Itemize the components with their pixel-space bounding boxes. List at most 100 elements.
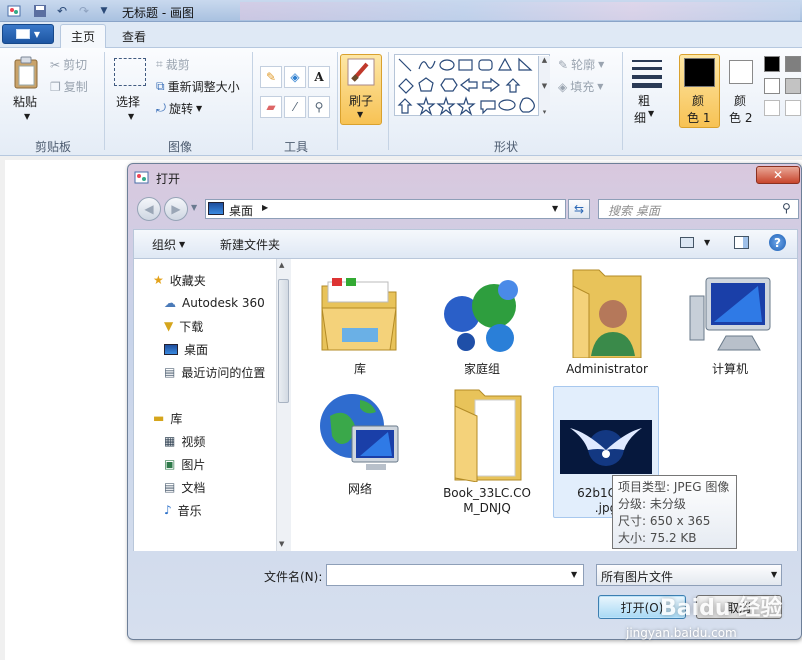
nav-favorites[interactable]: ★ 收藏夹 bbox=[153, 271, 206, 289]
file-item-label: 计算机 bbox=[711, 362, 748, 376]
nav-item-downloads[interactable]: ▼ 下载 bbox=[164, 317, 203, 335]
recent-locations-dropdown-icon[interactable]: ▼ bbox=[191, 203, 197, 212]
breadcrumb-chevron-icon[interactable]: ▶ bbox=[262, 203, 268, 212]
rotate-button[interactable]: ⤾ 旋转 ▼ bbox=[156, 100, 202, 117]
nav-item-documents[interactable]: ▤ 文档 bbox=[164, 478, 205, 496]
palette-custom-slot[interactable] bbox=[785, 100, 801, 116]
select-button[interactable]: 选择 bbox=[116, 93, 140, 110]
organize-button[interactable]: 组织 ▼ bbox=[152, 236, 185, 253]
redo-icon[interactable]: ↷ bbox=[76, 3, 92, 19]
preview-pane-icon[interactable] bbox=[734, 236, 749, 249]
close-button[interactable]: ✕ bbox=[756, 166, 800, 184]
undo-icon[interactable]: ↶ bbox=[54, 3, 70, 19]
scroll-down-icon[interactable]: ▼ bbox=[279, 540, 284, 548]
shapes-gallery-scroll[interactable]: ▲ ▼ ▾ bbox=[538, 56, 550, 116]
nav-libraries[interactable]: ▬ 库 bbox=[153, 409, 182, 427]
filetype-select[interactable]: 所有图片文件 bbox=[596, 564, 782, 586]
paint-app-icon[interactable] bbox=[6, 3, 22, 19]
pencil-icon[interactable]: ✎ bbox=[260, 66, 282, 88]
chevron-down-icon: ▼ bbox=[179, 240, 186, 249]
nav-scrollbar-thumb[interactable] bbox=[278, 279, 289, 403]
address-dropdown-icon[interactable]: ▼ bbox=[552, 204, 558, 213]
baidu-watermark: Baidu 经验 bbox=[660, 596, 783, 621]
crop-button[interactable]: ⌗ 裁剪 bbox=[156, 56, 190, 73]
file-item-computer[interactable]: 计算机 bbox=[680, 272, 780, 377]
file-item-network[interactable]: 网络 bbox=[310, 386, 410, 497]
palette-color-black[interactable] bbox=[764, 56, 780, 72]
fill-button[interactable]: ◈ 填充 ▼ bbox=[558, 78, 603, 95]
download-folder-icon: ▼ bbox=[164, 319, 174, 333]
cut-label: 剪切 bbox=[63, 58, 88, 72]
shapes-gallery[interactable] bbox=[394, 54, 550, 116]
new-folder-button[interactable]: 新建文件夹 bbox=[220, 236, 280, 253]
scroll-up-icon[interactable]: ▲ bbox=[279, 261, 284, 269]
forward-button[interactable]: ▶ bbox=[164, 197, 188, 221]
filetype-dropdown-icon[interactable]: ▼ bbox=[771, 570, 777, 579]
nav-item-videos[interactable]: ▦ 视频 bbox=[164, 432, 205, 450]
file-item-libraries[interactable]: 库 bbox=[310, 270, 410, 377]
palette-color-light-gray[interactable] bbox=[785, 78, 801, 94]
folder-icon bbox=[454, 389, 522, 482]
nav-item-recent-places[interactable]: ▤ 最近访问的位置 bbox=[164, 363, 265, 381]
paste-dropdown-icon[interactable]: ▼ bbox=[24, 112, 30, 121]
palette-custom-slot[interactable] bbox=[764, 100, 780, 116]
paste-button[interactable]: 粘贴 bbox=[13, 93, 37, 110]
paste-icon[interactable] bbox=[12, 56, 42, 90]
nav-item-pictures[interactable]: ▣ 图片 bbox=[164, 455, 205, 473]
address-bar[interactable] bbox=[205, 199, 566, 219]
size-icon[interactable] bbox=[632, 58, 662, 88]
nav-libraries-label: 库 bbox=[170, 411, 183, 426]
file-tooltip: 项目类型: JPEG 图像 分级: 未分级 尺寸: 650 x 365 大小: … bbox=[612, 475, 737, 549]
outline-button[interactable]: ✎ 轮廓 ▼ bbox=[558, 56, 604, 73]
change-view-icon[interactable] bbox=[680, 237, 694, 248]
group-separator bbox=[388, 52, 389, 150]
eraser-icon[interactable]: ▰ bbox=[260, 96, 282, 118]
tab-home[interactable]: 主页 bbox=[60, 24, 107, 48]
file-item-administrator[interactable]: Administrator bbox=[556, 266, 658, 377]
address-location[interactable]: 桌面 bbox=[229, 202, 253, 219]
tab-view[interactable]: 查看 bbox=[112, 24, 156, 48]
filename-dropdown-icon[interactable]: ▼ bbox=[571, 570, 577, 579]
resize-button[interactable]: ⧉ 重新调整大小 bbox=[156, 78, 240, 95]
file-item-label: 库 bbox=[353, 362, 366, 376]
select-dropdown-icon[interactable]: ▼ bbox=[128, 112, 134, 121]
nav-item-music[interactable]: ♪ 音乐 bbox=[164, 501, 202, 519]
filename-label: 文件名(N): bbox=[264, 570, 323, 584]
search-icon[interactable]: ⚲ bbox=[782, 201, 791, 215]
nav-item-desktop[interactable]: 桌面 bbox=[164, 340, 208, 358]
copy-label: 复制 bbox=[63, 80, 88, 94]
file-item-book-folder[interactable]: Book_33LC.CO M_DNJQ bbox=[432, 386, 542, 516]
palette-color-gray[interactable] bbox=[785, 56, 801, 72]
recent-places-icon: ▤ bbox=[164, 365, 176, 379]
size-button[interactable]: 细 ▼ bbox=[634, 109, 654, 126]
select-icon[interactable] bbox=[114, 58, 146, 86]
help-icon[interactable]: ? bbox=[769, 234, 786, 251]
magnifier-icon[interactable]: ⚲ bbox=[308, 96, 330, 118]
filetype-value: 所有图片文件 bbox=[601, 570, 674, 584]
text-tool-icon[interactable]: A bbox=[308, 66, 330, 88]
nav-item-label: 下载 bbox=[179, 319, 204, 334]
music-icon: ♪ bbox=[164, 503, 172, 517]
file-item-label: Book_33LC.CO M_DNJQ bbox=[443, 486, 531, 515]
outline-label: 轮廓 bbox=[571, 58, 596, 72]
close-icon: ✕ bbox=[772, 168, 784, 182]
palette-color-white[interactable] bbox=[764, 78, 780, 94]
cloud-icon: ☁ bbox=[164, 296, 176, 310]
cut-button[interactable]: ✂ 剪切 bbox=[50, 56, 87, 73]
filename-input[interactable] bbox=[326, 564, 584, 586]
file-menu-button[interactable]: ▼ bbox=[2, 24, 54, 44]
copy-button[interactable]: ❐ 复制 bbox=[50, 78, 88, 95]
nav-item-autodesk-360[interactable]: ☁ Autodesk 360 bbox=[164, 294, 265, 312]
fill-bucket-icon[interactable]: ◈ bbox=[284, 66, 306, 88]
color2-swatch[interactable] bbox=[729, 60, 753, 84]
back-button[interactable]: ◀ bbox=[137, 197, 161, 221]
quick-access-dropdown-icon[interactable]: ▼ bbox=[96, 3, 112, 19]
crop-label: 裁剪 bbox=[165, 58, 190, 72]
color-picker-icon[interactable]: ⁄ bbox=[284, 96, 306, 118]
color1-label-line2: 色 1 bbox=[687, 111, 711, 125]
save-icon[interactable] bbox=[32, 3, 48, 19]
view-dropdown-icon[interactable]: ▼ bbox=[704, 238, 710, 247]
file-item-homegroup[interactable]: 家庭组 bbox=[432, 270, 532, 377]
refresh-button[interactable]: ⇆ bbox=[568, 199, 590, 219]
chevron-down-icon: ▼ bbox=[648, 109, 655, 118]
